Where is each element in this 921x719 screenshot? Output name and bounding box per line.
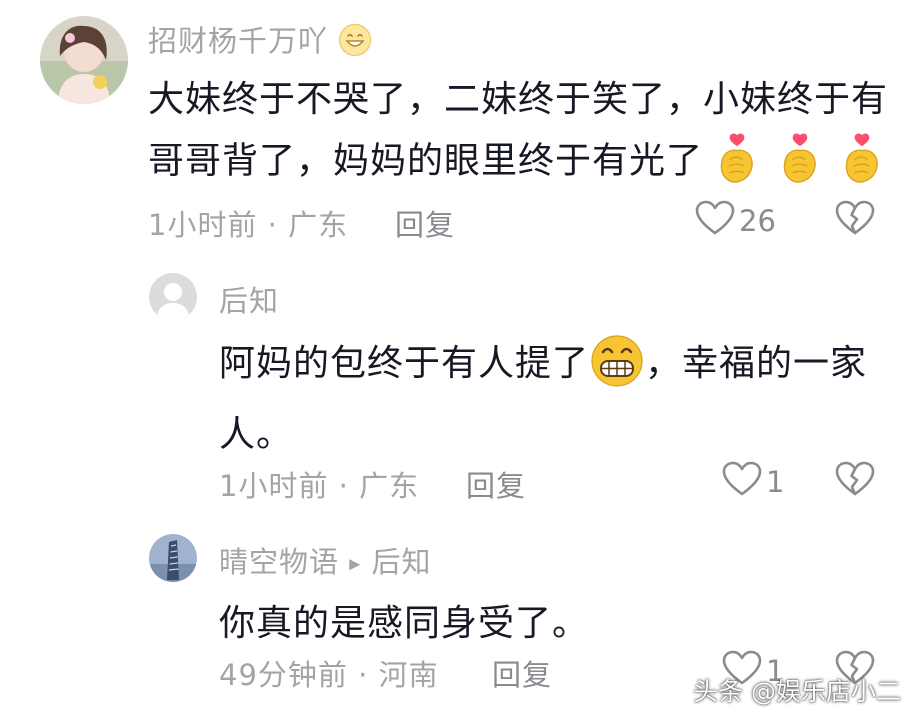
comment-text-line: 阿妈的包终于有人提了 ，幸福的一家	[219, 334, 867, 396]
grin-emoji	[589, 334, 645, 396]
dislike-button[interactable]	[835, 199, 875, 243]
comment-location: 广东	[359, 469, 420, 503]
like-count: 1	[766, 465, 785, 499]
like-button[interactable]: 26	[695, 199, 776, 243]
comment-meta: 49分钟前 · 河南	[219, 652, 439, 694]
reply-button[interactable]: 回复	[395, 202, 455, 244]
comment-username[interactable]: 晴空物语	[219, 545, 339, 579]
comment-time: 49分钟前	[219, 658, 348, 692]
comment-meta: 1小时前 · 广东	[219, 463, 419, 505]
comment-username-row: 晴空物语 ▸ 后知	[219, 539, 432, 581]
avatar[interactable]	[40, 16, 128, 104]
comment-username[interactable]: 招财杨千万吖	[148, 18, 372, 64]
comment-text-line: 你真的是感同身受了。	[219, 603, 590, 644]
broken-heart-icon	[835, 224, 875, 243]
heart-outline-icon	[722, 460, 762, 504]
comment-text-line: 人。	[219, 414, 294, 455]
watermark: 头条 @娱乐店小二	[693, 677, 901, 706]
finger-heart-emoji	[840, 130, 884, 195]
reply-button[interactable]: 回复	[466, 463, 526, 505]
heart-outline-icon	[695, 199, 735, 243]
comment-time: 1小时前	[219, 469, 329, 503]
comment-username[interactable]: 后知	[219, 278, 279, 320]
play-arrow-icon: ▸	[349, 551, 362, 577]
comment-text-line: 大妹终于不哭了，二妹终于笑了，小妹终于有	[148, 79, 889, 120]
avatar[interactable]	[149, 273, 197, 321]
like-count: 26	[739, 204, 776, 238]
smile-emoji	[338, 23, 372, 64]
meta-separator: ·	[338, 469, 349, 503]
meta-separator: ·	[267, 208, 278, 242]
comment-text-line: 哥哥背了，妈妈的眼里终于有光了	[148, 130, 884, 195]
finger-heart-emoji	[778, 130, 822, 195]
meta-separator: ·	[358, 658, 369, 692]
finger-heart-emoji	[715, 130, 759, 195]
comment-location: 广东	[288, 208, 349, 242]
like-button[interactable]: 1	[722, 460, 784, 504]
comment-time: 1小时前	[148, 208, 258, 242]
reply-to-username[interactable]: 后知	[372, 545, 432, 579]
reply-button[interactable]: 回复	[492, 652, 552, 694]
dislike-button[interactable]	[835, 460, 875, 504]
comment-meta: 1小时前 · 广东	[148, 202, 348, 244]
broken-heart-icon	[835, 485, 875, 504]
comment-location: 河南	[378, 658, 439, 692]
avatar[interactable]	[149, 534, 197, 582]
